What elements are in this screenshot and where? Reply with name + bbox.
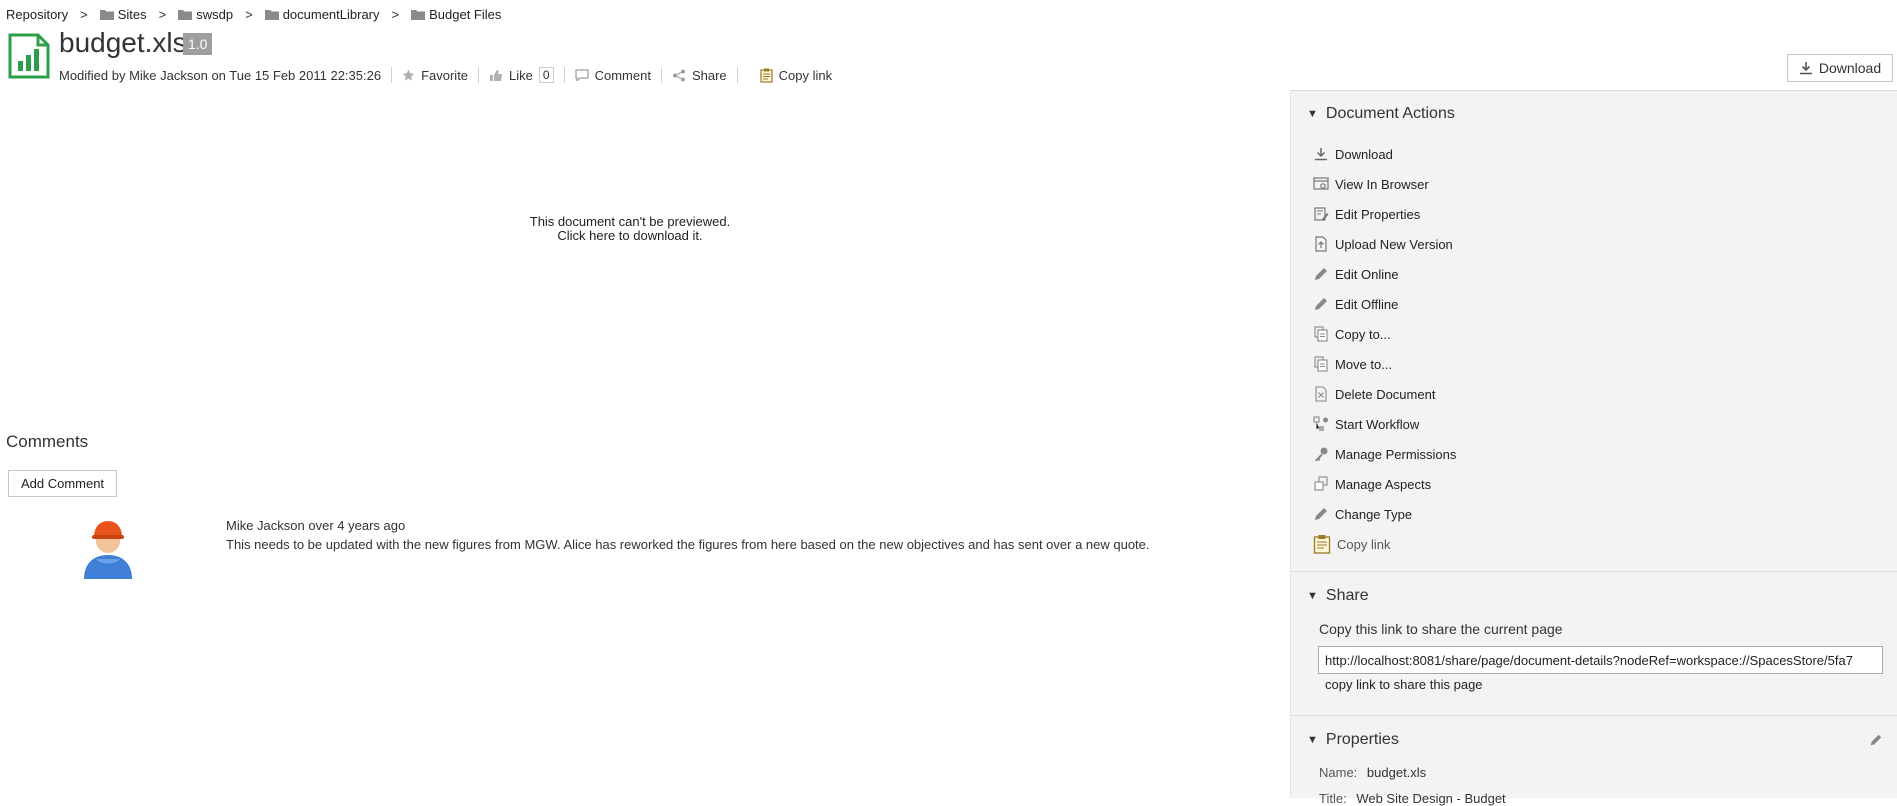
comment-button[interactable]: Comment bbox=[563, 67, 661, 83]
action-manage-permissions[interactable]: Manage Permissions bbox=[1313, 439, 1456, 469]
properties-section-toggle[interactable]: ▼ Properties bbox=[1307, 731, 1399, 749]
preview-message[interactable]: This document can't be previewed. Click … bbox=[400, 215, 860, 243]
clipboard-icon bbox=[1313, 534, 1331, 554]
share-label: Copy this link to share the current page bbox=[1319, 621, 1563, 637]
action-move-to[interactable]: Move to... bbox=[1313, 349, 1456, 379]
like-button[interactable]: Like 0 bbox=[478, 67, 564, 83]
add-comment-button[interactable]: Add Comment bbox=[8, 470, 117, 497]
favorite-button[interactable]: Favorite bbox=[391, 67, 478, 83]
avatar bbox=[80, 515, 136, 581]
folder-icon bbox=[99, 9, 114, 20]
copy-icon bbox=[1313, 326, 1329, 342]
comment-icon bbox=[574, 69, 589, 81]
section-divider bbox=[1291, 715, 1897, 716]
view-in-browser-icon bbox=[1313, 176, 1329, 192]
workflow-icon bbox=[1313, 416, 1329, 432]
action-view-in-browser[interactable]: View In Browser bbox=[1313, 169, 1456, 199]
pencil-icon bbox=[1313, 506, 1329, 522]
collapse-triangle-icon: ▼ bbox=[1307, 590, 1318, 602]
comment-meta: Mike Jackson over 4 years ago bbox=[226, 518, 405, 533]
breadcrumb-budget-files[interactable]: Budget Files bbox=[411, 7, 501, 22]
comment-author[interactable]: Mike Jackson bbox=[226, 518, 305, 533]
share-link-input[interactable] bbox=[1318, 646, 1883, 674]
document-title: budget.xls bbox=[59, 27, 187, 58]
action-edit-online[interactable]: Edit Online bbox=[1313, 259, 1456, 289]
collapse-triangle-icon: ▼ bbox=[1307, 734, 1318, 746]
action-manage-aspects[interactable]: Manage Aspects bbox=[1313, 469, 1456, 499]
property-name: Name: budget.xls bbox=[1319, 765, 1427, 780]
like-count: 0 bbox=[538, 67, 554, 83]
collapse-triangle-icon: ▼ bbox=[1307, 108, 1318, 120]
key-icon bbox=[1313, 446, 1329, 462]
action-edit-properties[interactable]: Edit Properties bbox=[1313, 199, 1456, 229]
action-copy-to[interactable]: Copy to... bbox=[1313, 319, 1456, 349]
action-upload-new-version[interactable]: Upload New Version bbox=[1313, 229, 1456, 259]
action-download[interactable]: Download bbox=[1313, 139, 1456, 169]
delete-icon bbox=[1313, 386, 1329, 402]
document-actions-toggle[interactable]: ▼ Document Actions bbox=[1307, 105, 1455, 123]
preview-download-link[interactable]: Click here to download it. bbox=[400, 229, 860, 243]
copy-link-button[interactable]: Copy link bbox=[736, 67, 842, 83]
breadcrumb: Repository > Sites > swsdp > documentLib… bbox=[6, 4, 501, 24]
download-icon bbox=[1799, 61, 1813, 75]
comment-time: over 4 years ago bbox=[308, 518, 406, 533]
version-badge: 1.0 bbox=[183, 33, 213, 55]
folder-icon bbox=[264, 9, 279, 20]
edit-properties-pencil-icon[interactable] bbox=[1869, 733, 1883, 747]
action-delete-document[interactable]: Delete Document bbox=[1313, 379, 1456, 409]
breadcrumb-separator: > bbox=[391, 6, 400, 22]
breadcrumb-sites[interactable]: Sites bbox=[99, 7, 147, 22]
folder-icon bbox=[411, 9, 426, 20]
spreadsheet-file-icon bbox=[8, 33, 50, 79]
share-button[interactable]: Share bbox=[660, 67, 737, 83]
property-title: Title: Web Site Design - Budget bbox=[1319, 791, 1506, 806]
star-icon bbox=[402, 69, 415, 82]
move-icon bbox=[1313, 356, 1329, 372]
modified-info: Modified by Mike Jackson on Tue 15 Feb 2… bbox=[59, 67, 382, 83]
pencil-icon bbox=[1313, 266, 1329, 282]
upload-icon bbox=[1313, 236, 1329, 252]
thumbs-up-icon bbox=[489, 69, 503, 82]
clipboard-icon bbox=[760, 68, 773, 83]
section-divider bbox=[1291, 571, 1897, 572]
share-section-toggle[interactable]: ▼ Share bbox=[1307, 587, 1369, 605]
comment-text: This needs to be updated with the new fi… bbox=[226, 537, 1150, 552]
download-button[interactable]: Download bbox=[1787, 54, 1893, 82]
preview-unavailable-text: This document can't be previewed. bbox=[529, 214, 731, 229]
breadcrumb-separator: > bbox=[158, 6, 167, 22]
document-meta: Modified by Mike Jackson on Tue 15 Feb 2… bbox=[59, 66, 842, 84]
action-copy-link[interactable]: Copy link bbox=[1313, 529, 1456, 559]
breadcrumb-repository[interactable]: Repository bbox=[6, 7, 68, 22]
action-edit-offline[interactable]: Edit Offline bbox=[1313, 289, 1456, 319]
breadcrumb-documentlibrary[interactable]: documentLibrary bbox=[264, 7, 380, 22]
action-start-workflow[interactable]: Start Workflow bbox=[1313, 409, 1456, 439]
action-change-type[interactable]: Change Type bbox=[1313, 499, 1456, 529]
document-sidebar: ▼ Document Actions Download View In Brow… bbox=[1290, 90, 1897, 806]
document-actions-list: Download View In Browser Edit Properties… bbox=[1313, 139, 1456, 559]
share-icon bbox=[672, 69, 686, 82]
pencil-icon bbox=[1313, 296, 1329, 312]
comments-heading: Comments bbox=[6, 432, 89, 451]
download-icon bbox=[1313, 146, 1329, 162]
breadcrumb-swsdp[interactable]: swsdp bbox=[178, 7, 233, 22]
breadcrumb-separator: > bbox=[80, 6, 88, 22]
share-note: copy link to share this page bbox=[1325, 677, 1483, 692]
aspects-icon bbox=[1313, 476, 1329, 492]
folder-icon bbox=[178, 9, 193, 20]
edit-properties-icon bbox=[1313, 206, 1329, 222]
breadcrumb-separator: > bbox=[245, 6, 253, 22]
